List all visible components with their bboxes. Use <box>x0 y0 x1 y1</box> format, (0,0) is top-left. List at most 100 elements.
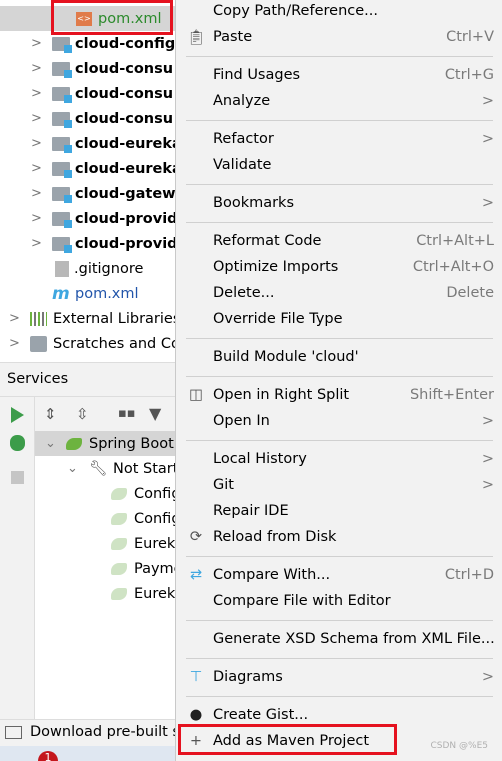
menu-item-reformat-code[interactable]: Reformat Code Ctrl+Alt+L <box>176 228 502 254</box>
services-group-not-started[interactable]: ⌄ 🔧︎ Not Started <box>35 456 176 481</box>
chevron-right-icon[interactable]: > <box>31 211 42 226</box>
menu-separator <box>186 440 493 441</box>
chevron-right-icon[interactable]: > <box>31 61 42 76</box>
tree-item-module[interactable]: > cloud-eureka <box>0 156 176 181</box>
shortcut-label: Ctrl+V <box>446 29 494 45</box>
tree-item-label: cloud-provid <box>75 235 176 252</box>
service-item[interactable]: Config <box>35 481 176 506</box>
menu-item-local-history[interactable]: Local History > <box>176 446 502 472</box>
chevron-right-icon[interactable]: > <box>9 311 20 326</box>
tree-item-module[interactable]: > cloud-provid <box>0 231 176 256</box>
menu-item-delete[interactable]: Delete... Delete <box>176 280 502 306</box>
menu-item-label: Paste <box>213 29 253 45</box>
submenu-arrow-icon: > <box>481 195 494 211</box>
menu-item-open-in-right-split[interactable]: ◫ Open in Right Split Shift+Enter <box>176 382 502 408</box>
project-panel: <> pom.xml > cloud-config > cloud-consu > … <box>0 0 176 761</box>
shortcut-label: Ctrl+G <box>444 67 494 83</box>
spring-boot-icon <box>66 437 82 450</box>
chevron-right-icon[interactable]: > <box>31 36 42 51</box>
run-icon[interactable] <box>11 407 24 423</box>
menu-item-build-module-cloud[interactable]: Build Module 'cloud' <box>176 344 502 370</box>
tree-item-gitignore[interactable]: .gitignore <box>0 256 176 281</box>
wrench-icon: 🔧︎ <box>89 461 108 477</box>
menu-item-analyze[interactable]: Analyze > <box>176 88 502 114</box>
menu-item-compare-with[interactable]: ⇄ Compare With... Ctrl+D <box>176 562 502 588</box>
chevron-right-icon[interactable]: > <box>31 161 42 176</box>
chevron-right-icon[interactable]: > <box>31 136 42 151</box>
menu-item-label: Repair IDE <box>213 503 289 519</box>
chevron-right-icon[interactable]: > <box>31 186 42 201</box>
chevron-down-icon[interactable]: ⌄ <box>67 461 78 476</box>
tree-item-external-libraries[interactable]: > External Libraries <box>0 306 176 331</box>
menu-item-paste[interactable]: 📋︎ Paste Ctrl+V <box>176 24 502 50</box>
services-header: Services <box>0 362 176 397</box>
module-folder-icon <box>52 36 72 53</box>
menu-item-optimize-imports[interactable]: Optimize Imports Ctrl+Alt+O <box>176 254 502 280</box>
tree-item-module[interactable]: > cloud-eureka <box>0 131 176 156</box>
service-item[interactable]: Eureka <box>35 531 176 556</box>
tree-item-module[interactable]: > cloud-consu <box>0 56 176 81</box>
menu-item-repair-ide[interactable]: Repair IDE <box>176 498 502 524</box>
tree-item-module[interactable]: > cloud-consu <box>0 106 176 131</box>
menu-item-label: Reload from Disk <box>213 529 337 545</box>
shortcut-label: Ctrl+Alt+L <box>416 233 494 249</box>
menu-item-compare-file-with-editor[interactable]: Compare File with Editor <box>176 588 502 614</box>
menu-item-override-file-type[interactable]: Override File Type <box>176 306 502 332</box>
menu-item-label: Override File Type <box>213 311 343 327</box>
service-item[interactable]: Eureka <box>35 581 176 606</box>
tree-item-label: cloud-config <box>75 35 176 52</box>
panel-icon <box>5 725 22 739</box>
tree-item-module[interactable]: > cloud-gatew <box>0 181 176 206</box>
chevron-right-icon[interactable]: > <box>31 86 42 101</box>
module-folder-icon <box>52 61 72 78</box>
debug-icon[interactable] <box>10 435 25 451</box>
submenu-arrow-icon: > <box>481 669 494 685</box>
menu-item-refactor[interactable]: Refactor > <box>176 126 502 152</box>
menu-item-git[interactable]: Git > <box>176 472 502 498</box>
service-item[interactable]: Config <box>35 506 176 531</box>
tree-item-scratches[interactable]: > Scratches and Consoles <box>0 331 176 356</box>
menu-item-find-usages[interactable]: Find Usages Ctrl+G <box>176 62 502 88</box>
tree-item-module[interactable]: > cloud-config <box>0 31 176 56</box>
menu-item-reload-from-disk[interactable]: ⟳ Reload from Disk <box>176 524 502 550</box>
menu-item-bookmarks[interactable]: Bookmarks > <box>176 190 502 216</box>
filter-icon[interactable]: ▼ <box>149 404 161 423</box>
spring-boot-icon <box>111 487 127 500</box>
menu-item-validate[interactable]: Validate <box>176 152 502 178</box>
submenu-arrow-icon: > <box>481 451 494 467</box>
menu-item-label: Refactor <box>213 131 274 147</box>
collapse-all-icon[interactable]: ⇳ <box>76 405 89 423</box>
service-item[interactable]: Payment <box>35 556 176 581</box>
chevron-right-icon[interactable]: > <box>31 236 42 251</box>
notification-badge[interactable]: 1 <box>38 751 58 761</box>
github-icon: ● <box>189 707 203 723</box>
tree-item-label: cloud-consu <box>75 85 174 102</box>
tree-item-label: External Libraries <box>53 310 176 327</box>
tree-item-module[interactable]: > cloud-consu <box>0 81 176 106</box>
menu-item-label: Build Module 'cloud' <box>213 349 359 365</box>
tree-item-module[interactable]: > cloud-provid <box>0 206 176 231</box>
library-icon <box>30 311 47 326</box>
chevron-down-icon[interactable]: ⌄ <box>45 436 56 451</box>
download-indexes-bar[interactable]: Download pre-built shared indexes <box>0 719 176 746</box>
shortcut-label: Delete <box>446 285 494 301</box>
chevron-right-icon[interactable]: > <box>31 111 42 126</box>
menu-item-copy-path-reference[interactable]: Copy Path/Reference... <box>176 0 502 24</box>
menu-item-open-in[interactable]: Open In > <box>176 408 502 434</box>
chevron-right-icon[interactable]: > <box>9 336 20 351</box>
expand-all-icon[interactable]: ⇕ <box>44 405 57 423</box>
menu-item-label: Optimize Imports <box>213 259 339 275</box>
group-by-icon[interactable]: ▪▪ <box>118 406 136 421</box>
context-menu: Copy Path/Reference... 📋︎ Paste Ctrl+V Find … <box>175 0 502 761</box>
menu-item-diagrams[interactable]: ⊤ Diagrams > <box>176 664 502 690</box>
menu-item-label: Diagrams <box>213 669 283 685</box>
services-root-spring-boot[interactable]: ⌄ Spring Boot <box>35 431 176 456</box>
reload-icon: ⟳ <box>189 529 203 545</box>
tree-item-root-pom[interactable]: m pom.xml <box>0 281 176 306</box>
menu-item-label: Delete... <box>213 285 275 301</box>
menu-item-label: Find Usages <box>213 67 301 83</box>
module-folder-icon <box>52 161 72 178</box>
menu-item-generate-xsd-schema-from-xml-file[interactable]: Generate XSD Schema from XML File... <box>176 626 502 652</box>
stop-icon[interactable] <box>11 471 24 484</box>
menu-item-label: Open In <box>213 413 270 429</box>
